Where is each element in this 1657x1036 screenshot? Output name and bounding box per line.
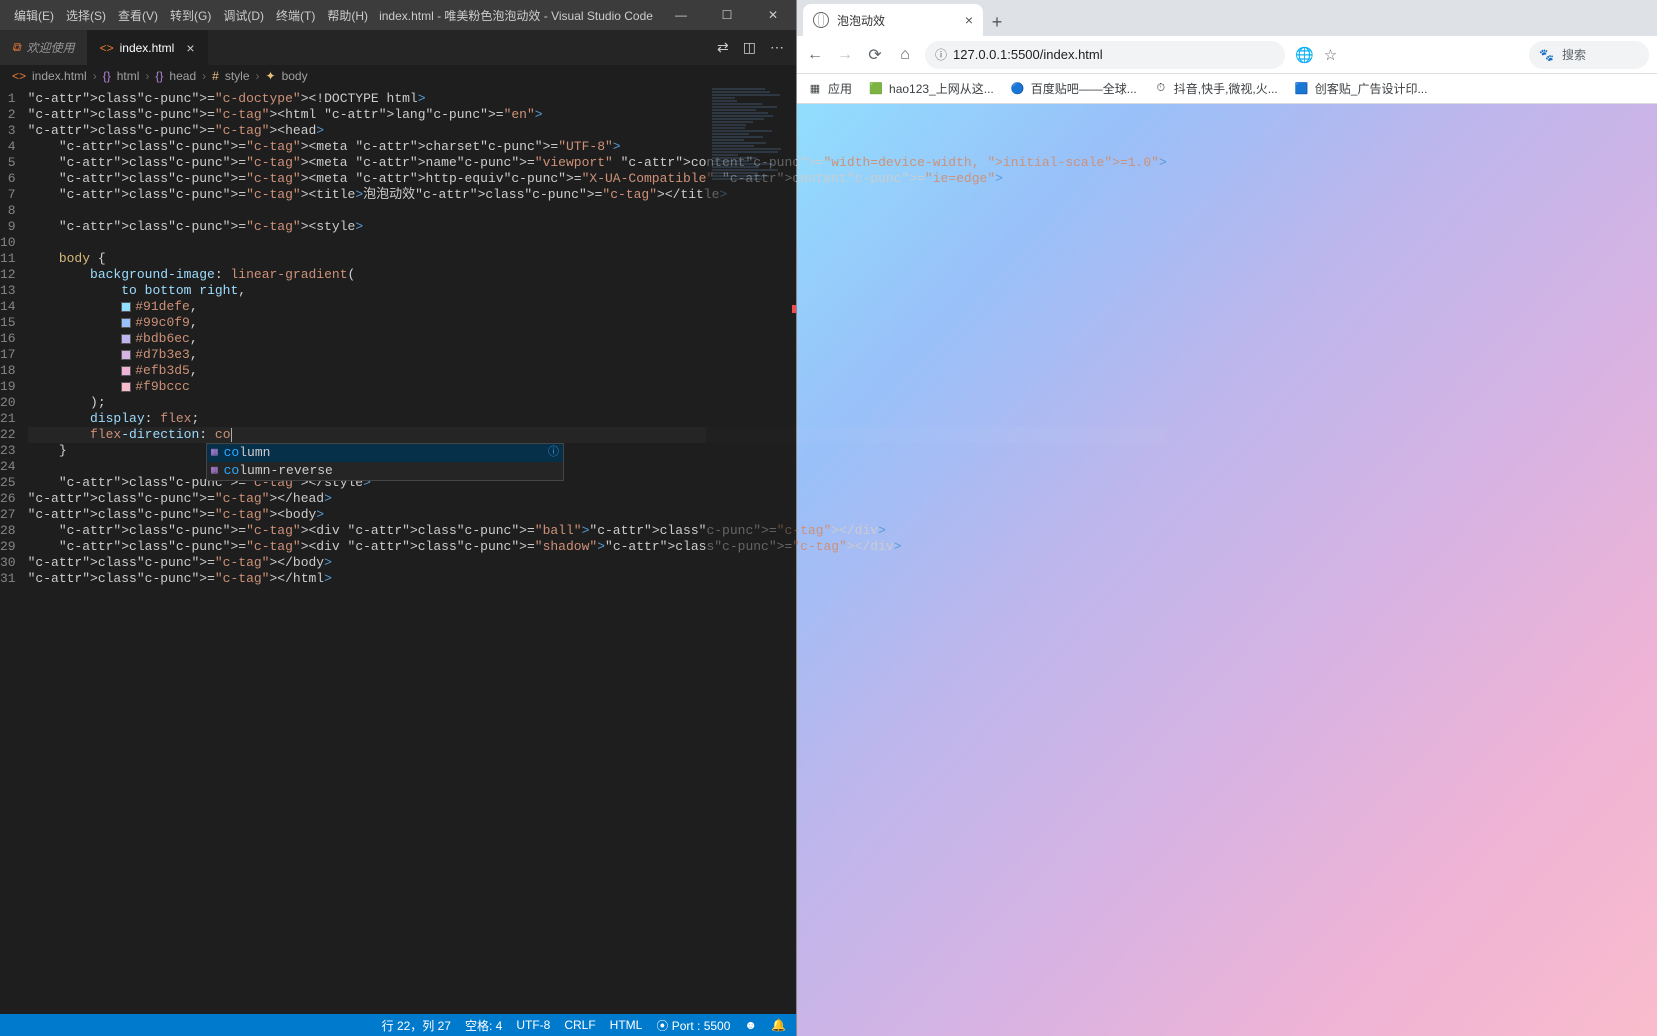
- status-encoding[interactable]: UTF-8: [516, 1018, 550, 1032]
- menu-edit[interactable]: 编辑(E): [8, 7, 60, 24]
- close-window-button[interactable]: ✕: [750, 0, 796, 30]
- maximize-button[interactable]: ☐: [704, 0, 750, 30]
- menu-view[interactable]: 查看(V): [112, 7, 164, 24]
- suggest-item-column[interactable]: ▦ column ⓘ: [207, 444, 563, 462]
- window-title: index.html - 唯美粉色泡泡动效 - Visual Studio Co…: [374, 7, 658, 24]
- feedback-icon[interactable]: ☻: [744, 1018, 757, 1032]
- vscode-window: 编辑(E) 选择(S) 查看(V) 转到(G) 调试(D) 终端(T) 帮助(H…: [0, 0, 796, 1036]
- address-bar[interactable]: ⓘ 127.0.0.1:5500/index.html: [925, 41, 1285, 69]
- tab-close-icon[interactable]: ×: [965, 12, 973, 28]
- crumb-file[interactable]: index.html: [32, 69, 87, 83]
- paw-icon: 🐾: [1539, 48, 1554, 62]
- hash-icon: #: [212, 69, 219, 83]
- chevron-right-icon: ›: [93, 69, 97, 83]
- minimap[interactable]: [706, 87, 796, 1014]
- bookmark-label: 抖音,快手,微视,火...: [1174, 80, 1278, 97]
- menu-goto[interactable]: 转到(G): [164, 7, 217, 24]
- compare-icon[interactable]: ⇄: [717, 39, 729, 56]
- forward-button[interactable]: →: [835, 46, 855, 64]
- value-icon: ▦: [211, 445, 218, 461]
- line-gutter: 1234567891011121314151617181920212223242…: [0, 87, 24, 1014]
- file-html-icon: <>: [100, 41, 114, 55]
- tab-welcome[interactable]: ⧉ 欢迎使用: [0, 30, 88, 65]
- tab-indexhtml[interactable]: <> index.html ×: [88, 30, 208, 65]
- braces-icon: ✦: [266, 69, 276, 83]
- favicon-icon: 🟦: [1294, 81, 1310, 97]
- suggest-match: co: [224, 445, 240, 460]
- breadcrumb[interactable]: <> index.html › {} html › {} head › # st…: [0, 65, 796, 87]
- code-area[interactable]: "c-attr">class"c-punc">="c-doctype"><!DO…: [24, 87, 1167, 1014]
- title-bar: 编辑(E) 选择(S) 查看(V) 转到(G) 调试(D) 终端(T) 帮助(H…: [0, 0, 796, 30]
- editor-tabs: ⧉ 欢迎使用 <> index.html × ⇄ ◫ ⋯: [0, 30, 796, 65]
- globe-icon: [813, 12, 829, 28]
- menu-bar: 编辑(E) 选择(S) 查看(V) 转到(G) 调试(D) 终端(T) 帮助(H…: [0, 7, 374, 24]
- browser-tabstrip: 泡泡动效 × +: [797, 0, 1657, 36]
- site-info-icon[interactable]: ⓘ: [935, 46, 947, 63]
- menu-help[interactable]: 帮助(H): [321, 7, 374, 24]
- suggest-item-column-reverse[interactable]: ▦ column-reverse: [207, 462, 563, 480]
- menu-debug[interactable]: 调试(D): [217, 7, 270, 24]
- browser-toolbar: ← → ⟳ ⌂ ⓘ 127.0.0.1:5500/index.html 🌐 ☆ …: [797, 36, 1657, 74]
- error-marker: [792, 305, 796, 313]
- menu-terminal[interactable]: 终端(T): [270, 7, 321, 24]
- file-html-icon: <>: [12, 69, 26, 83]
- crumb-html[interactable]: html: [117, 69, 140, 83]
- brackets-icon: {}: [103, 69, 111, 83]
- reload-button[interactable]: ⟳: [865, 45, 885, 65]
- browser-tab[interactable]: 泡泡动效 ×: [803, 4, 983, 36]
- minimize-button[interactable]: —: [658, 0, 704, 30]
- more-icon[interactable]: ⋯: [770, 39, 784, 56]
- back-button[interactable]: ←: [805, 46, 825, 64]
- translate-icon[interactable]: 🌐: [1295, 46, 1314, 64]
- tab-indexhtml-label: index.html: [120, 41, 175, 55]
- crumb-head[interactable]: head: [169, 69, 196, 83]
- new-tab-button[interactable]: +: [983, 8, 1011, 36]
- info-icon[interactable]: ⓘ: [548, 445, 559, 461]
- home-button[interactable]: ⌂: [895, 46, 915, 64]
- suggest-rest: lumn: [239, 445, 270, 460]
- browser-search[interactable]: 🐾 搜索: [1529, 41, 1649, 69]
- status-spaces[interactable]: 空格: 4: [465, 1017, 502, 1034]
- bookmark-item[interactable]: ⏱抖音,快手,微视,火...: [1153, 80, 1278, 97]
- status-port[interactable]: ⦿ Port : 5500: [656, 1017, 730, 1034]
- split-editor-icon[interactable]: ◫: [743, 39, 756, 56]
- browser-tab-title: 泡泡动效: [837, 12, 885, 29]
- bookmark-item[interactable]: 🟦 创客贴_广告设计印...: [1294, 80, 1428, 97]
- suggest-match: co: [224, 463, 240, 478]
- bookmark-star-icon[interactable]: ☆: [1324, 46, 1337, 64]
- status-eol[interactable]: CRLF: [564, 1018, 595, 1032]
- value-icon: ▦: [211, 463, 218, 479]
- search-placeholder: 搜索: [1562, 46, 1586, 63]
- tab-close-icon[interactable]: ×: [186, 40, 194, 56]
- crumb-body[interactable]: body: [282, 69, 308, 83]
- bookmark-label: 创客贴_广告设计印...: [1315, 80, 1428, 97]
- tab-welcome-label: 欢迎使用: [27, 39, 75, 56]
- chevron-right-icon: ›: [145, 69, 149, 83]
- url-text: 127.0.0.1:5500/index.html: [953, 47, 1103, 62]
- status-cursor[interactable]: 行 22，列 27: [382, 1017, 451, 1034]
- code-editor[interactable]: 1234567891011121314151617181920212223242…: [0, 87, 796, 1014]
- chevron-right-icon: ›: [202, 69, 206, 83]
- chevron-right-icon: ›: [256, 69, 260, 83]
- crumb-style[interactable]: style: [225, 69, 250, 83]
- intellisense-popup[interactable]: ▦ column ⓘ ▦ column-reverse: [206, 443, 564, 481]
- menu-select[interactable]: 选择(S): [60, 7, 112, 24]
- status-language[interactable]: HTML: [610, 1018, 643, 1032]
- status-bar: 行 22，列 27 空格: 4 UTF-8 CRLF HTML ⦿ Port :…: [0, 1014, 796, 1036]
- bell-icon[interactable]: 🔔: [771, 1018, 786, 1032]
- suggest-rest: lumn-reverse: [239, 463, 333, 478]
- brackets-icon: {}: [155, 69, 163, 83]
- vscode-icon: ⧉: [12, 40, 21, 55]
